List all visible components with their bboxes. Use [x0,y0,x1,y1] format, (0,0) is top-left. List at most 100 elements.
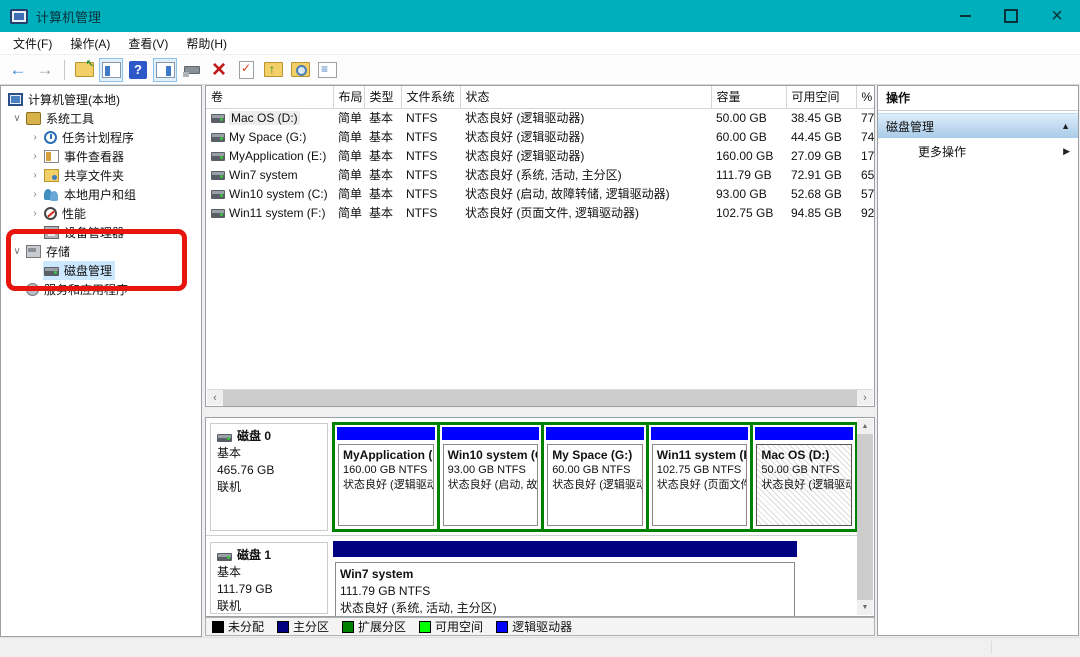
volume-row[interactable]: My Space (G:) 简单 基本 NTFS 状态良好 (逻辑驱动器) 60… [206,127,875,146]
minimize-button[interactable] [942,0,988,32]
menu-item[interactable]: 文件(F) [4,32,61,55]
tree-item[interactable]: ∨ 存储 [1,242,201,261]
scroll-up-icon[interactable]: ▲ [862,419,869,434]
tree-item-label: 事件查看器 [64,148,124,165]
toolbar-icon[interactable] [64,60,65,80]
tree-item[interactable]: › 本地用户和组 [1,185,201,204]
volume-icon [211,190,225,199]
scrollbar-thumb[interactable] [223,390,857,406]
submenu-arrow-icon: ▶ [1063,146,1070,157]
volume-icon [211,171,225,180]
toolbar-icon[interactable] [315,58,339,82]
partition[interactable]: My Space (G:) 60.00 GB NTFS 状态良好 (逻辑驱动器) [544,425,646,529]
tree-item[interactable]: › 性能 [1,204,201,223]
column-header[interactable]: 状态 [460,86,711,108]
maximize-button[interactable] [988,0,1034,32]
scrollbar-thumb[interactable] [857,434,873,600]
tree-item[interactable]: › 任务计划程序 [1,128,201,147]
toolbar-icon[interactable] [6,58,30,82]
legend-label: 未分配 [228,618,264,635]
toolbar-icon[interactable] [234,58,258,82]
vertical-scrollbar[interactable]: ▲ ▼ [857,419,873,615]
volume-row[interactable]: Win11 system (F:) 简单 基本 NTFS 状态良好 (页面文件,… [206,203,875,222]
volume-filesystem: NTFS [401,146,460,165]
column-header[interactable]: 容量 [711,86,786,108]
partition[interactable]: MyApplication (E:) 160.00 GB NTFS 状态良好 (… [335,425,437,529]
volume-filesystem: NTFS [401,184,460,203]
column-header[interactable]: % 可用 [856,86,875,108]
tree-expander-icon[interactable]: ∨ [9,113,25,124]
tree-item[interactable]: 计算机管理(本地) [1,90,201,109]
column-header[interactable]: 布局 [333,86,364,108]
actions-panel: 操作 磁盘管理 ▲ 更多操作 ▶ [877,85,1079,636]
extended-partition-container: MyApplication (E:) 160.00 GB NTFS 状态良好 (… [332,422,858,532]
tree-expander-icon[interactable]: ∨ [9,246,25,257]
toolbar-icon[interactable] [288,58,312,82]
disk-1-band: 磁盘 1 基本 111.79 GB 联机 Win7 system 111.79 … [206,537,858,617]
column-header[interactable]: 卷 [206,86,333,108]
partition[interactable]: Win10 system (C:) 93.00 GB NTFS 状态良好 (启动… [440,425,542,529]
toolbar [0,55,1080,85]
tree-expander-icon[interactable]: › [27,208,43,219]
volume-status: 状态良好 (逻辑驱动器) [460,146,711,165]
status-bar [0,637,1080,657]
disk-status: 联机 [217,479,321,496]
console-tree-panel: 计算机管理(本地) ∨ 系统工具 › 任务计划程序 [0,85,202,637]
tree-expander-icon[interactable]: › [27,151,43,162]
volume-row[interactable]: Win7 system 简单 基本 NTFS 状态良好 (系统, 活动, 主分区… [206,165,875,184]
volume-icon [211,133,225,142]
volume-row[interactable]: Mac OS (D:) 简单 基本 NTFS 状态良好 (逻辑驱动器) 50.0… [206,108,875,127]
tree-item[interactable]: › 事件查看器 [1,147,201,166]
disk-1-label[interactable]: 磁盘 1 基本 111.79 GB 联机 [210,542,328,614]
more-actions-item[interactable]: 更多操作 ▶ [878,138,1078,164]
tree-item[interactable]: 服务和应用程序 [1,280,201,299]
more-actions-label: 更多操作 [918,143,1063,160]
volume-layout: 简单 [333,184,364,203]
disk-0-label[interactable]: 磁盘 0 基本 465.76 GB 联机 [210,423,328,531]
volume-capacity: 60.00 GB [711,127,786,146]
scroll-down-icon[interactable]: ▼ [862,600,869,615]
tree-item[interactable]: ∨ 系统工具 [1,109,201,128]
scroll-left-icon[interactable]: ‹ [207,392,223,404]
legend-item: 扩展分区 [342,618,406,635]
partition-size: 111.79 GB NTFS [340,583,790,600]
column-header[interactable]: 可用空间 [786,86,856,108]
menu-item[interactable]: 查看(V) [119,32,177,55]
partition[interactable]: Win11 system (F:) 102.75 GB NTFS 状态良好 (页… [649,425,751,529]
tree-item[interactable]: 磁盘管理 [1,261,201,280]
horizontal-scrollbar[interactable]: ‹ › [207,389,873,405]
tree-item[interactable]: 设备管理器 [1,223,201,242]
legend-item: 可用空间 [419,618,483,635]
toolbar-icon[interactable] [72,58,96,82]
toolbar-icon[interactable] [180,58,204,82]
main-content: 计算机管理(本地) ∨ 系统工具 › 任务计划程序 [0,85,1080,637]
toolbar-icon[interactable] [33,58,57,82]
column-header[interactable]: 文件系统 [401,86,460,108]
tree-expander-icon[interactable]: › [27,132,43,143]
toolbar-icon[interactable] [207,58,231,82]
collapse-icon[interactable]: ▲ [1061,121,1070,131]
tree-item-label: 磁盘管理 [64,262,112,279]
volume-row[interactable]: Win10 system (C:) 简单 基本 NTFS 状态良好 (启动, 故… [206,184,875,203]
scroll-right-icon[interactable]: › [857,392,873,404]
partition[interactable]: Win7 system 111.79 GB NTFS 状态良好 (系统, 活动,… [332,539,798,617]
toolbar-icon[interactable] [129,61,147,79]
toolbar-icon[interactable] [261,58,285,82]
menu-item[interactable]: 帮助(H) [177,32,236,55]
legend-label: 逻辑驱动器 [512,618,572,635]
legend-item: 逻辑驱动器 [496,618,572,635]
tree-expander-icon[interactable]: › [27,189,43,200]
disk-management-section-bar[interactable]: 磁盘管理 ▲ [878,113,1078,138]
partition-status: 状态良好 (页面文件, 逻辑驱动器) [657,478,743,493]
volume-row[interactable]: MyApplication (E:) 简单 基本 NTFS 状态良好 (逻辑驱动… [206,146,875,165]
toolbar-icon[interactable] [99,58,123,82]
volume-type: 基本 [364,165,401,184]
toolbar-icon[interactable] [153,58,177,82]
tree-item[interactable]: › 共享文件夹 [1,166,201,185]
tree-expander-icon[interactable]: › [27,170,43,181]
column-header[interactable]: 类型 [364,86,401,108]
menu-item[interactable]: 操作(A) [61,32,119,55]
close-button[interactable]: × [1034,0,1080,32]
partition[interactable]: Mac OS (D:) 50.00 GB NTFS 状态良好 (逻辑驱动器) [753,425,855,529]
tree-item-icon [44,207,57,220]
